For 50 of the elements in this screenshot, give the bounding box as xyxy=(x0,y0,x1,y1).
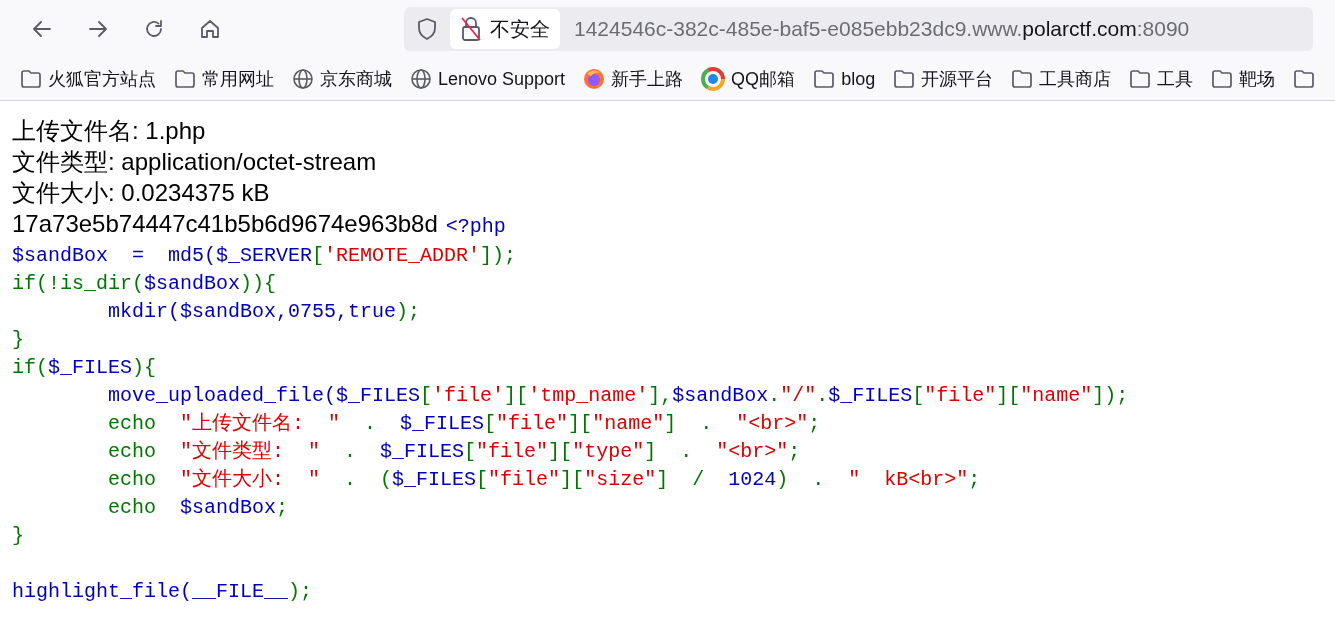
code-line: mkdir($sandBox,0755,true); xyxy=(107,300,421,323)
code-line: highlight_file(__FILE__); xyxy=(12,580,313,603)
url-text[interactable]: 1424546c-382c-485e-baf5-e085ebb23dc9.www.polarctf.com:8090 xyxy=(574,13,1190,45)
folder-icon xyxy=(20,69,42,89)
code-line: echo $sandBox; xyxy=(107,496,289,519)
folder-icon xyxy=(893,69,916,89)
code-line: } xyxy=(12,524,24,547)
back-arrow-icon xyxy=(31,18,53,40)
output-text: 文件类型: application/octet-stream xyxy=(12,148,377,175)
bookmark-item[interactable]: 开源平台 xyxy=(893,65,994,93)
globe-icon xyxy=(292,68,314,90)
code-line: if(!is_dir($sandBox)){ xyxy=(12,272,277,295)
code-line: echo "文件大小: " . ($_FILES["file"]["size"] / 1024) . " kB<br>"; xyxy=(107,468,981,491)
forward-arrow-icon xyxy=(87,18,109,40)
bookmark-item[interactable]: Lenovo Support xyxy=(410,65,566,93)
code-line: <?php xyxy=(445,214,506,240)
globe-icon xyxy=(410,68,432,90)
bookmark-item[interactable] xyxy=(1293,69,1316,89)
address-bar[interactable]: 不安全 1424546c-382c-485e-baf5-e085ebb23dc9.www.polarctf.com:8090 xyxy=(404,7,1313,51)
bookmark-item[interactable]: 新手上路 xyxy=(583,65,684,93)
folder-icon xyxy=(1293,69,1316,89)
output-text: 17a73e5b74447c41b5b6d9674e963b8d xyxy=(12,209,438,239)
output-text: 上传文件名: 1.php xyxy=(12,117,206,144)
not-secure-button[interactable]: 不安全 xyxy=(450,9,560,49)
folder-icon xyxy=(1129,69,1152,89)
folder-icon xyxy=(174,69,196,89)
browser-logo-icon xyxy=(583,68,606,90)
home-icon xyxy=(199,18,221,40)
output-text: 文件大小: 0.0234375 kB xyxy=(12,179,270,206)
mail-logo-icon xyxy=(701,67,726,91)
folder-icon xyxy=(1211,69,1234,89)
code-line: if($_FILES){ xyxy=(12,356,157,379)
code-line: echo "文件类型: " . $_FILES["file"]["type"] . "<br>"; xyxy=(107,440,801,463)
code-line: echo "上传文件名: " . $_FILES["file"]["name"] . "<br>"; xyxy=(107,412,821,435)
bookmark-item[interactable]: QQ邮箱 xyxy=(701,65,796,93)
bookmark-item[interactable]: 工具商店 xyxy=(1011,65,1112,93)
shield-icon[interactable] xyxy=(416,17,438,41)
broken-lock-icon xyxy=(460,16,482,42)
bookmark-item[interactable]: 京东商城 xyxy=(292,65,392,93)
folder-icon xyxy=(1011,69,1034,89)
bookmark-item[interactable]: 火狐官方站点 xyxy=(20,65,156,93)
folder-icon xyxy=(813,69,836,89)
code-line: } xyxy=(12,328,24,351)
code-line: move_uploaded_file($_FILES['file']['tmp_name'],$sandBox."/".$_FILES["file"]["name"]); xyxy=(107,384,1129,407)
code-line: $sandBox = md5($_SERVER['REMOTE_ADDR']); xyxy=(12,244,517,267)
bookmark-item[interactable]: 常用网址 xyxy=(174,65,274,93)
bookmark-item[interactable]: 工具 xyxy=(1129,65,1194,93)
reload-icon xyxy=(143,18,165,40)
bookmark-item[interactable]: blog xyxy=(813,65,876,93)
bookmark-item[interactable]: 靶场 xyxy=(1211,65,1276,93)
